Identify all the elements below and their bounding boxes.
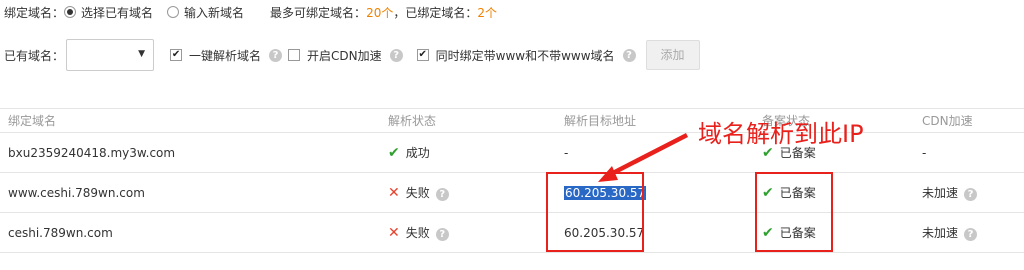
- bind-domain-label: 绑定域名：: [4, 5, 65, 20]
- help-icon[interactable]: ?: [435, 228, 449, 241]
- status-cell: ✕ 失败?: [380, 212, 556, 253]
- table-row: www.ceshi.789wn.com ✕ 失败? 60.205.30.57 ✔ 已…: [0, 172, 1024, 213]
- max-domains-label: 最多可绑定域名：: [270, 5, 367, 20]
- one-click-resolve-label[interactable]: 一键解析域名: [189, 47, 261, 64]
- checkbox-enable-cdn[interactable]: [288, 49, 301, 61]
- existing-domain-label: 已有域名：: [4, 48, 65, 63]
- bind-domain-row: 绑定域名： 选择已有域名 输入新域名 最多可绑定域名： 20个 ，已绑定域名： …: [4, 4, 497, 20]
- help-icon[interactable]: ?: [389, 48, 403, 62]
- radio-new-label[interactable]: 输入新域名: [184, 4, 244, 21]
- cdn-text: 未加速: [922, 186, 959, 200]
- add-button[interactable]: 添加: [645, 40, 700, 70]
- annotation-box-beian: [755, 172, 833, 252]
- status-cell: ✕ 失败?: [380, 172, 556, 213]
- chevron-down-icon: ▼: [138, 49, 146, 59]
- table-row: ceshi.789wn.com ✕ 失败? 60.205.30.57 ✔ 已备案 未…: [0, 212, 1024, 253]
- bind-www-label[interactable]: 同时绑定带www和不带www域名: [436, 47, 615, 64]
- checkbox-bind-www[interactable]: ✔: [416, 49, 429, 61]
- table-header-row: 绑定域名 解析状态 解析目标地址 备案状态 CDN加速: [0, 108, 1024, 133]
- bind-form-row: 已有域名： ▼ ✔ 一键解析域名 ? 开启CDN加速 ? ✔ 同时绑定带www和…: [4, 38, 700, 72]
- header-resolve-status: 解析状态: [380, 108, 556, 133]
- status-text: 失败: [405, 186, 430, 200]
- header-domain: 绑定域名: [0, 108, 380, 133]
- annotation-box-ip: [546, 172, 644, 252]
- radio-existing-label[interactable]: 选择已有域名: [81, 4, 153, 21]
- domain-cell: bxu2359240418.my3w.com: [0, 132, 380, 173]
- bound-domains-label: ，已绑定域名：: [393, 5, 478, 20]
- help-icon[interactable]: ?: [964, 188, 978, 201]
- max-domains-value: 20个: [366, 5, 394, 20]
- header-cdn: CDN加速: [914, 108, 1024, 133]
- domain-table: 绑定域名 解析状态 解析目标地址 备案状态 CDN加速 bxu235924041…: [0, 108, 1024, 253]
- status-text: 失败: [405, 226, 430, 240]
- check-icon: ✔: [388, 145, 400, 161]
- status-cell: ✔ 成功: [380, 132, 556, 173]
- existing-domain-select[interactable]: ▼: [66, 39, 155, 71]
- cdn-cell: 未加速?: [914, 212, 1024, 253]
- domain-cell: ceshi.789wn.com: [0, 212, 380, 253]
- cross-icon: ✕: [388, 225, 400, 241]
- cdn-cell: 未加速?: [914, 172, 1024, 213]
- bound-domains-value: 2个: [477, 5, 497, 20]
- radio-existing-domain[interactable]: [64, 6, 77, 18]
- checkbox-one-click-resolve[interactable]: ✔: [170, 49, 183, 61]
- enable-cdn-label[interactable]: 开启CDN加速: [307, 47, 382, 64]
- cross-icon: ✕: [388, 185, 400, 201]
- annotation-text: 域名解析到此IP: [698, 120, 864, 148]
- cdn-text: 未加速: [922, 226, 959, 240]
- cdn-cell: -: [914, 132, 1024, 173]
- help-icon[interactable]: ?: [622, 48, 636, 62]
- domain-cell: www.ceshi.789wn.com: [0, 172, 380, 213]
- help-icon[interactable]: ?: [435, 188, 449, 201]
- radio-new-domain[interactable]: [167, 6, 180, 18]
- table-row: bxu2359240418.my3w.com ✔ 成功 - ✔ 已备案 -: [0, 132, 1024, 173]
- help-icon[interactable]: ?: [269, 48, 283, 62]
- help-icon[interactable]: ?: [964, 228, 978, 241]
- status-text: 成功: [405, 146, 430, 160]
